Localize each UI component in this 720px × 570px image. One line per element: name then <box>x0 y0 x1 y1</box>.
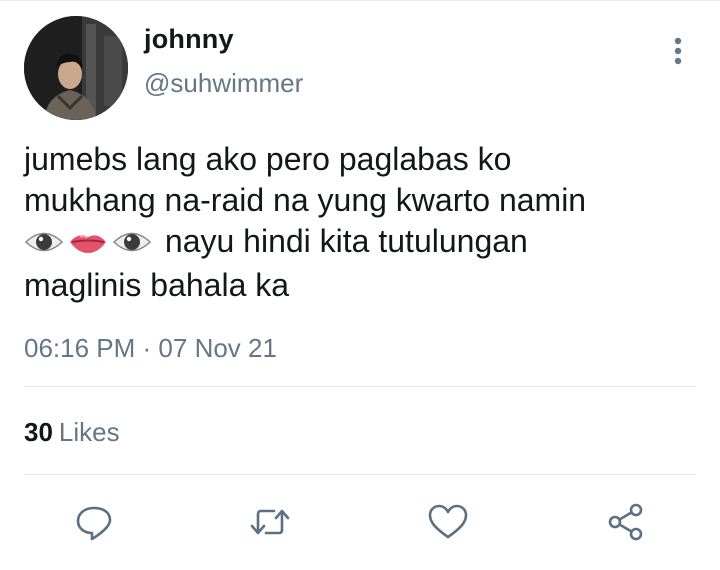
tweet-text-line: jumebs lang ako pero paglabas ko <box>24 141 512 177</box>
reply-icon <box>76 506 112 541</box>
eye-emoji-icon <box>24 224 64 265</box>
stats-divider-bottom <box>24 474 696 475</box>
likes-label: Likes <box>58 417 120 447</box>
like-button[interactable] <box>426 500 470 544</box>
tweet-text-line: maglinis bahala ka <box>24 267 290 303</box>
mouth-emoji-icon <box>68 224 108 265</box>
more-options-icon[interactable] <box>664 36 692 66</box>
avatar[interactable] <box>24 16 128 120</box>
eye-emoji-icon <box>112 224 152 265</box>
share-icon <box>608 503 643 541</box>
avatar-photo <box>24 16 128 120</box>
tweet-text-line-with-emoji: nayu hindi kita tutulungan <box>24 221 694 265</box>
tweet-text-segment: nayu hindi kita tutulungan <box>164 223 528 259</box>
retweet-button[interactable] <box>248 500 292 544</box>
tweet-date: 07 Nov 21 <box>158 333 277 363</box>
tweet-time: 06:16 PM <box>24 333 136 363</box>
top-divider <box>0 0 720 1</box>
reply-button[interactable] <box>72 500 116 544</box>
display-name[interactable]: johnny <box>144 24 234 55</box>
likes-stat[interactable]: 30 Likes <box>24 417 120 448</box>
retweet-icon <box>250 509 290 535</box>
tweet-text: jumebs lang ako pero paglabas ko mukhang… <box>24 139 694 306</box>
tweet-timestamp[interactable]: 06:16 PM · 07 Nov 21 <box>24 333 277 364</box>
share-button[interactable] <box>604 500 648 544</box>
tweet-text-line: mukhang na-raid na yung kwarto namin <box>24 182 587 218</box>
timestamp-separator: · <box>142 333 159 363</box>
stats-divider-top <box>24 386 696 387</box>
user-handle[interactable]: @suhwimmer <box>144 68 303 99</box>
like-icon <box>428 504 468 539</box>
likes-count: 30 <box>24 417 53 447</box>
